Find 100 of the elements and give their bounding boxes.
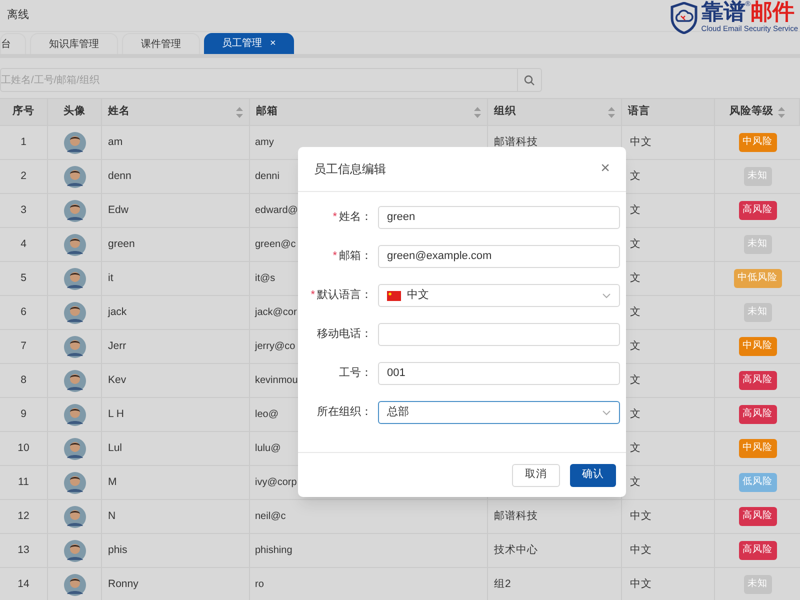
input-field[interactable] (378, 323, 620, 346)
status-text: 离线 (7, 8, 29, 24)
table-cell-text: 邮谱科技 (494, 134, 538, 150)
risk-tag: 高风险 (738, 541, 776, 560)
table-cell-text: kevinmou (255, 374, 298, 388)
column-header: 邮箱 (256, 104, 278, 120)
table-cell-text: 12 (18, 508, 30, 524)
table-cell-text: 文 (630, 270, 641, 286)
column-header: 风险等级 (730, 104, 774, 120)
avatar-icon (64, 438, 86, 460)
table-cell-text: 中文 (630, 508, 652, 524)
risk-tag: 高风险 (738, 371, 776, 390)
table-cell-text: 文 (630, 236, 641, 252)
input-field[interactable]: 001 (378, 362, 620, 385)
shield-icon (670, 2, 698, 34)
avatar-icon (64, 540, 86, 562)
close-button[interactable]: × (600, 161, 610, 177)
column-header: 姓名 (108, 104, 130, 120)
select-field[interactable]: 总部 (378, 401, 620, 424)
close-icon[interactable]: × (270, 36, 276, 51)
table-cell-text: 14 (18, 576, 30, 592)
table-cell-text: 8 (20, 372, 26, 388)
risk-tag: 中风险 (738, 337, 776, 356)
risk-tag: 未知 (744, 575, 772, 594)
table-cell-text: 文 (630, 202, 641, 218)
table-cell-text: jerry@co (255, 340, 296, 354)
table-cell-text: 3 (20, 202, 26, 218)
risk-tag: 高风险 (738, 405, 776, 424)
sort-icon[interactable] (608, 106, 615, 118)
input-field[interactable]: green (378, 206, 620, 229)
table-cell-text: 邮谱科技 (494, 508, 538, 524)
sort-icon[interactable] (474, 106, 481, 118)
field-label: 所在组织： (317, 405, 372, 420)
table-cell-text: 9 (20, 406, 26, 422)
flag-icon (387, 290, 401, 300)
table-cell-text: jack@cor (255, 306, 297, 320)
sort-icon[interactable] (778, 106, 784, 118)
column-header: 序号 (12, 104, 34, 120)
table-cell-text: 4 (20, 236, 26, 252)
column-header: 语言 (628, 104, 650, 120)
table-cell-text: 2 (20, 168, 26, 184)
search-field[interactable]: 工姓名/工号/邮箱/组织 (0, 68, 518, 92)
table-cell-text: Edw (108, 202, 128, 218)
field-label: 工号： (339, 366, 372, 382)
table-cell-text: Jerr (108, 338, 126, 354)
table-cell-text: 5 (20, 270, 26, 286)
avatar-icon (64, 234, 86, 256)
search-button[interactable] (518, 68, 542, 92)
table-cell-text: lulu@ (255, 442, 281, 456)
tab[interactable]: 知识库管理 (30, 33, 118, 54)
table-cell-text: 中文 (630, 134, 652, 150)
table-cell-text: am (108, 134, 123, 150)
table-cell-text: phis (108, 542, 128, 558)
tab[interactable]: 课件管理 (122, 33, 200, 54)
risk-tag: 低风险 (738, 473, 776, 492)
field-label: 移动电话： (317, 327, 372, 342)
table-cell-text: 文 (630, 440, 641, 456)
field-label: 默认语言： (317, 288, 372, 304)
risk-tag: 中低风险 (734, 269, 782, 288)
tab[interactable]: 台 (0, 33, 26, 54)
required-mark: * (332, 210, 337, 226)
confirm-button[interactable]: 确认 (570, 464, 616, 486)
risk-tag: 中风险 (738, 439, 776, 458)
table-cell-text: 文 (630, 338, 641, 354)
table-cell-text: green@c (255, 238, 296, 252)
avatar-icon (64, 404, 86, 426)
avatar-icon (64, 268, 86, 290)
table-cell-text: N (108, 508, 116, 524)
input-field[interactable]: green@example.com (378, 245, 620, 268)
select-field[interactable]: 中文 (378, 284, 620, 307)
table-cell-text: 10 (18, 440, 30, 456)
table-cell-text: L H (108, 406, 124, 422)
chevron-down-icon (602, 292, 611, 298)
cancel-button[interactable]: 取消 (512, 464, 560, 486)
risk-tag: 中风险 (738, 133, 776, 152)
chevron-down-icon (602, 410, 611, 416)
table-cell-text: green (108, 236, 135, 252)
risk-tag: 高风险 (738, 201, 776, 220)
column-header: 头像 (64, 104, 86, 120)
table-cell-text: edward@ (255, 204, 298, 218)
table-cell-text: denni (255, 170, 280, 184)
avatar-icon (64, 506, 86, 528)
avatar-icon (64, 166, 86, 188)
table-cell-text: Lul (108, 440, 122, 456)
table-cell-text: ro (255, 578, 264, 592)
tab[interactable]: 员工管理 × (204, 33, 294, 54)
risk-tag: 未知 (744, 167, 772, 186)
table-cell-text: amy (255, 136, 274, 150)
table-cell-text: M (108, 474, 117, 490)
required-mark: * (310, 288, 315, 304)
field-label: 邮箱： (339, 249, 372, 264)
table-cell-text: neil@c (255, 510, 286, 524)
table-cell-text: 中文 (630, 542, 652, 558)
table-cell-text: it (108, 270, 114, 286)
sort-icon[interactable] (236, 106, 243, 118)
table-cell-text: jack (108, 304, 127, 320)
table-cell-text: 文 (630, 474, 641, 490)
dialog-title: 员工信息编辑 (314, 161, 386, 178)
table-cell-text: 中文 (630, 576, 652, 592)
search-icon (524, 74, 535, 86)
